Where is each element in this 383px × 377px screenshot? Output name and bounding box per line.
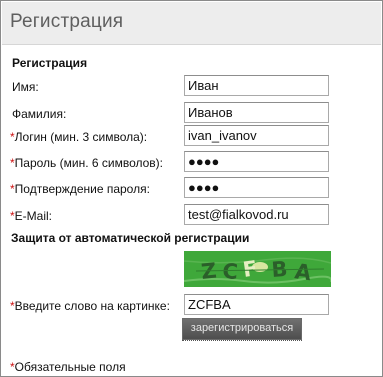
login-field[interactable] (184, 125, 329, 146)
name-field[interactable] (184, 75, 329, 96)
form-section-title: Регистрация (12, 56, 88, 70)
email-field[interactable] (184, 204, 329, 225)
surname-field[interactable] (184, 102, 329, 123)
captcha-section-title: Защита от автоматической регистрации (11, 231, 250, 245)
button-focus-outline (182, 340, 302, 341)
captcha-image: Z C B A F (184, 251, 331, 287)
surname-label: Фамилия: (12, 107, 67, 121)
login-label: *Логин (мин. 3 символа): (10, 130, 148, 144)
required-fields-note: *Обязательные поля (10, 360, 126, 374)
captcha-field[interactable] (184, 294, 329, 315)
password-confirm-field[interactable] (184, 177, 329, 198)
svg-text:C: C (222, 259, 239, 284)
panel-header: Регистрация (2, 2, 381, 45)
email-label: *E-Mail: (10, 209, 53, 223)
password-label: *Пароль (мин. 6 символов): (10, 156, 164, 170)
page-title: Регистрация (10, 11, 124, 32)
register-button[interactable]: зарегистрироваться (182, 318, 302, 340)
name-label: Имя: (12, 80, 39, 94)
captcha-label: *Введите слово на картинке: (10, 299, 170, 313)
password-confirm-label: *Подтверждение пароля: (10, 182, 150, 196)
password-field[interactable] (184, 151, 329, 172)
